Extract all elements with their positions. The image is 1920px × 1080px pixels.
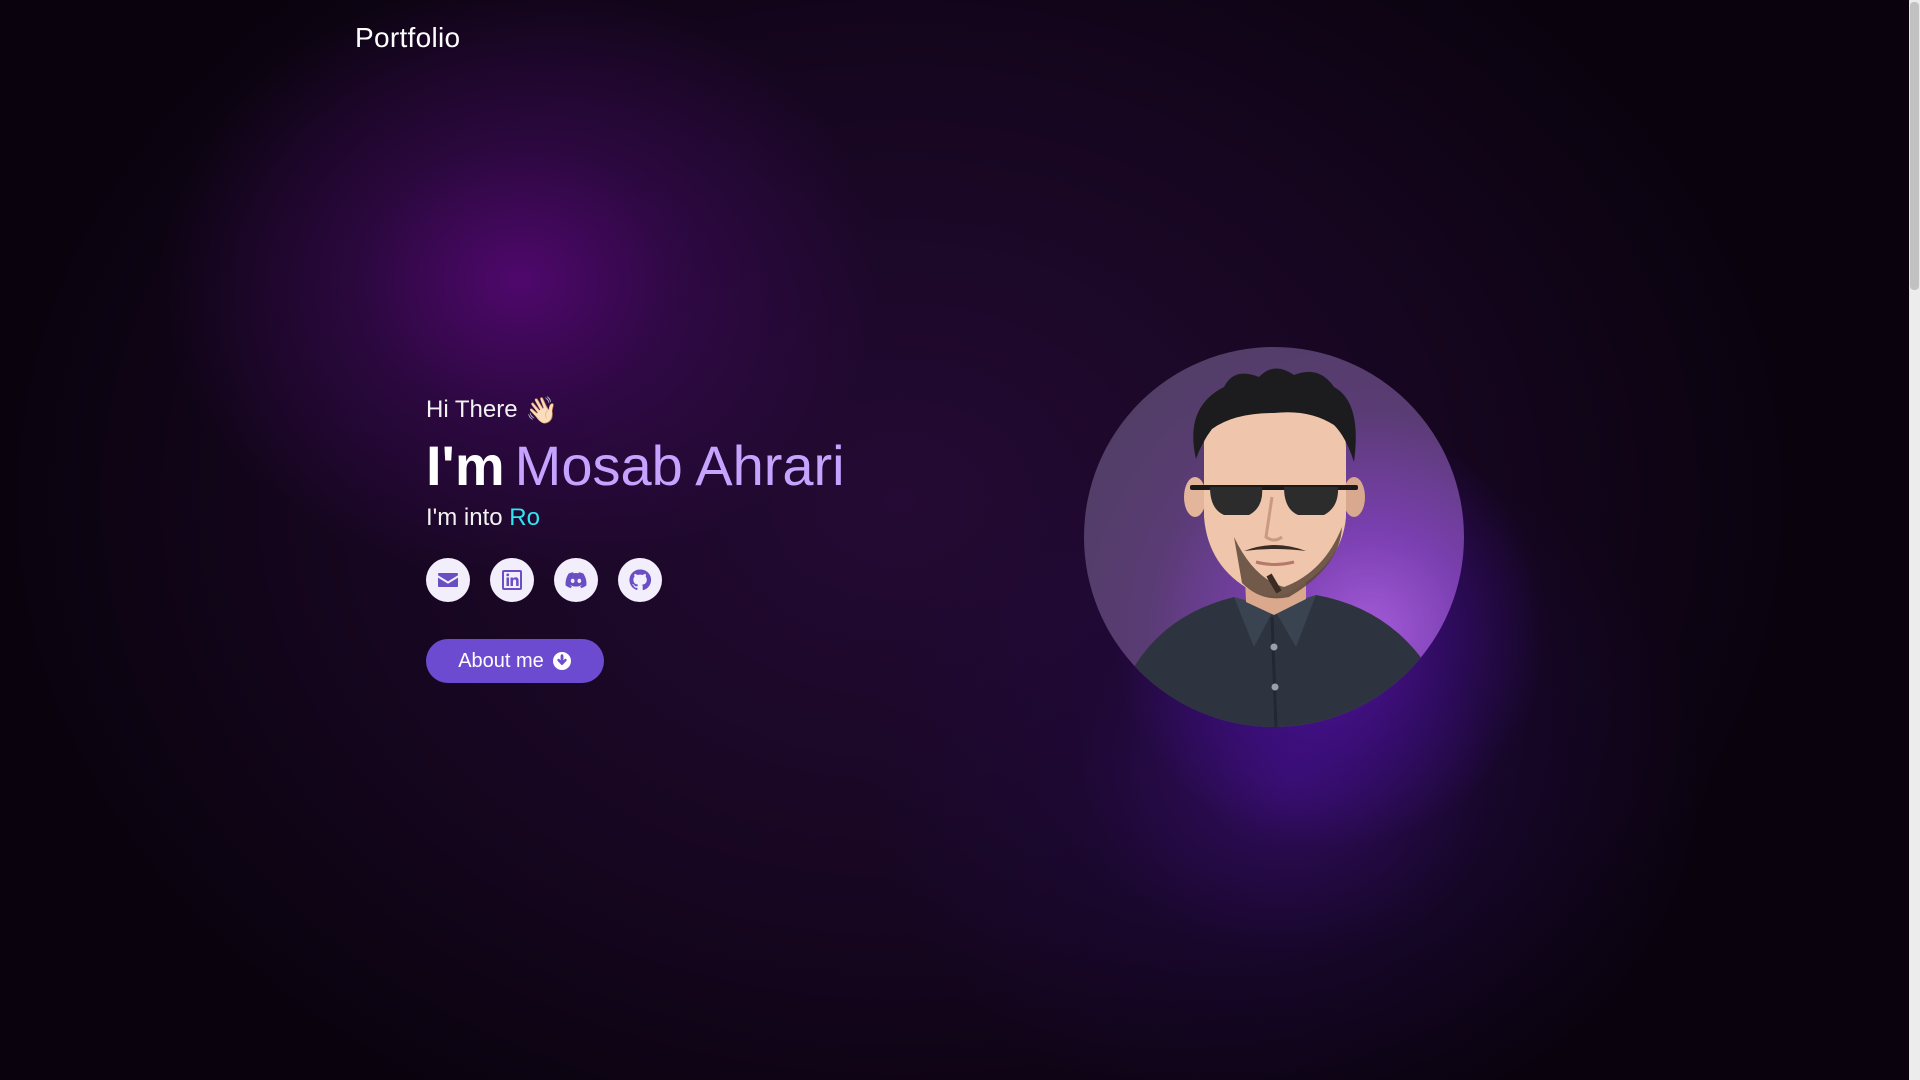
hero-headline: I'm Mosab Ahrari xyxy=(426,434,845,498)
typed-interest: Ro xyxy=(509,504,540,532)
headline-prefix: I'm xyxy=(426,434,505,497)
greeting-text: Hi There xyxy=(426,396,518,423)
hero-name: Mosab Ahrari xyxy=(514,434,845,497)
page-scrollbar[interactable] xyxy=(1909,0,1920,1080)
about-me-label: About me xyxy=(458,649,544,672)
discord-link[interactable] xyxy=(554,558,598,603)
email-link[interactable] xyxy=(426,558,470,603)
github-link[interactable] xyxy=(618,558,662,603)
hero-intro: Hi There 👋🏻 I'mMosab Ahrari I'm into Ro xyxy=(426,392,845,684)
avatar-illustration xyxy=(1114,368,1444,727)
linkedin-icon xyxy=(502,570,522,591)
about-me-button[interactable]: About me xyxy=(426,639,604,684)
navbar-brand[interactable]: Portfolio xyxy=(355,22,460,54)
waving-hand-icon: 👋🏻 xyxy=(525,395,558,425)
interests-line: I'm into Ro xyxy=(426,504,845,532)
linkedin-link[interactable] xyxy=(490,558,534,603)
scrollbar-thumb[interactable] xyxy=(1910,2,1919,290)
email-icon xyxy=(438,573,458,588)
profile-avatar xyxy=(1084,347,1464,727)
portfolio-page: Portfolio Hi There 👋🏻 I'm Mosab Ahrari I'… xyxy=(0,0,1920,1080)
discord-icon xyxy=(565,572,587,589)
arrow-down-circle-icon xyxy=(552,651,572,671)
greeting: Hi There 👋🏻 xyxy=(426,392,845,428)
github-icon xyxy=(629,569,652,591)
interests-prefix: I'm into xyxy=(426,504,503,532)
social-links xyxy=(426,558,845,603)
